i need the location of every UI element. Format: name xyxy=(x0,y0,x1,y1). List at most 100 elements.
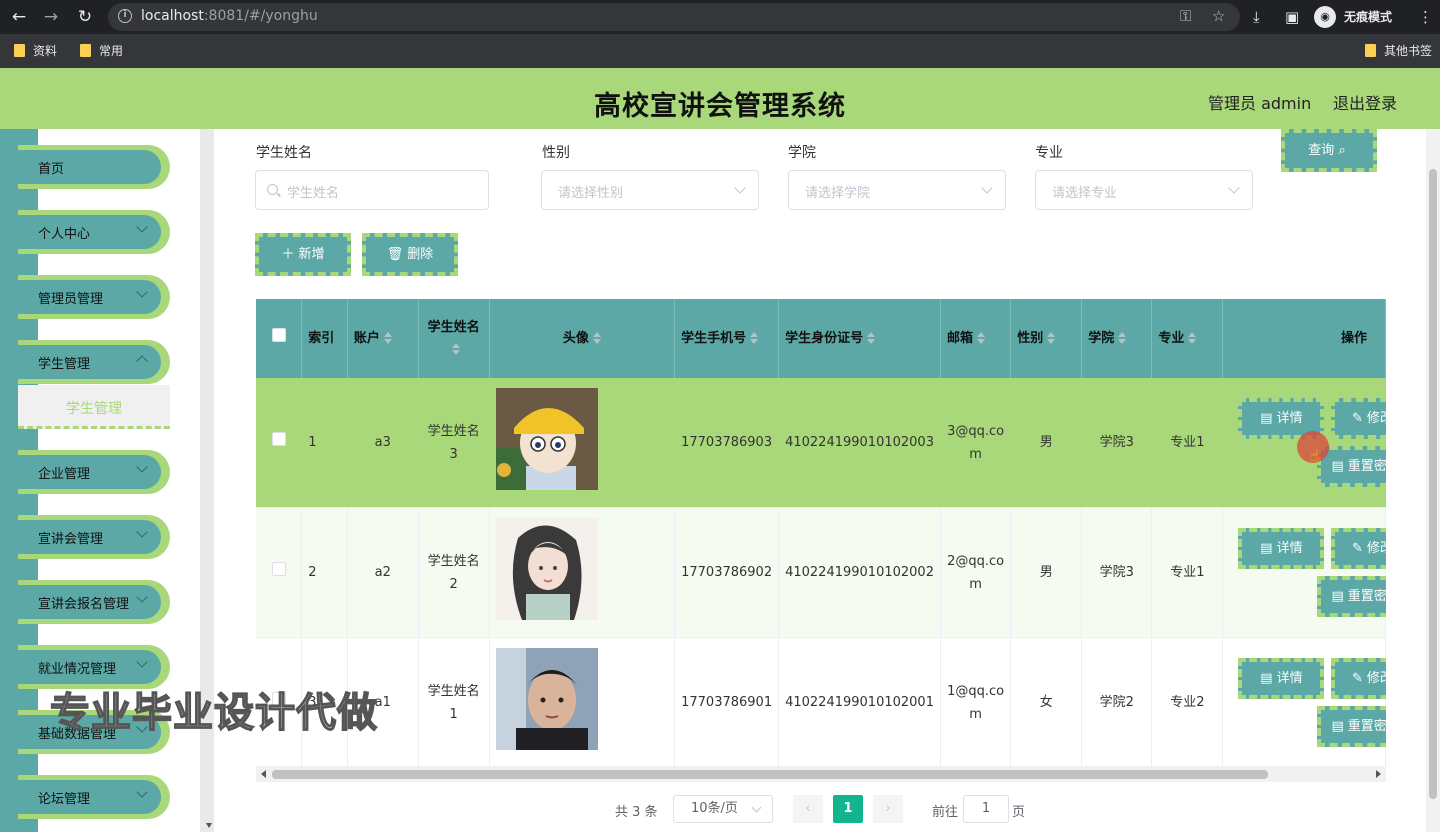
add-button[interactable]: ＋新增 xyxy=(255,233,351,276)
chevron-down-icon xyxy=(751,802,762,813)
watermark: 专业毕业设计代做 xyxy=(49,689,378,737)
other-bookmarks[interactable]: 其他书签 xyxy=(1365,42,1432,60)
hand-cursor-icon: ☝ xyxy=(1310,446,1320,465)
sidebar-item-students[interactable]: 学生管理 xyxy=(18,340,170,384)
document-icon: ▤ xyxy=(1331,459,1344,474)
col-avatar[interactable]: 头像 xyxy=(489,299,676,378)
search-icon: ⌕ xyxy=(1338,143,1346,158)
avatar[interactable] xyxy=(495,517,598,620)
search-name-input[interactable]: 学生姓名 xyxy=(255,170,489,210)
incognito-indicator[interactable]: ◉ 无痕模式 xyxy=(1314,5,1414,29)
sort-icon[interactable] xyxy=(451,342,460,355)
sidebar-item-talks[interactable]: 宣讲会管理 xyxy=(18,515,170,559)
bookmark-folder[interactable]: 资料 xyxy=(14,42,57,60)
query-button[interactable]: 查询 ⌕ xyxy=(1281,129,1377,172)
select-all-checkbox[interactable] xyxy=(271,327,286,342)
sort-icon[interactable] xyxy=(1118,331,1127,344)
edit-button[interactable]: ✎修改 xyxy=(1331,528,1386,569)
row-checkbox[interactable] xyxy=(271,562,286,576)
col-ops: 操作 xyxy=(1222,299,1386,378)
sidebar-item-admins[interactable]: 管理员管理 xyxy=(18,275,170,319)
url-text[interactable]: localhost:8081/#/yonghu xyxy=(141,8,318,24)
col-idcard[interactable]: 学生身份证号 xyxy=(778,299,941,378)
edit-icon: ✎ xyxy=(1351,671,1363,686)
address-bar[interactable]: i localhost:8081/#/yonghu ⚿ ☆ xyxy=(108,3,1240,31)
download-icon[interactable]: ⤓ xyxy=(1253,0,1260,34)
scroll-right-icon[interactable] xyxy=(1376,770,1381,778)
trash-icon: 🗑 xyxy=(386,247,404,262)
delete-button[interactable]: 🗑 删除 xyxy=(362,233,458,276)
col-major[interactable]: 专业 xyxy=(1151,299,1224,378)
scrollbar-thumb[interactable] xyxy=(1429,169,1437,799)
bookmarks-bar: 资料 常用 其他书签 xyxy=(0,34,1440,68)
key-icon[interactable]: ⚿ xyxy=(1180,7,1191,25)
table-row[interactable]: 2 a2 学生姓名2 17703786902 41022419901010200… xyxy=(256,507,1386,638)
folder-icon xyxy=(14,44,25,57)
browser-toolbar: ← → ↻ i localhost:8081/#/yonghu ⚿ ☆ ⤓ ▣ … xyxy=(0,0,1440,34)
col-name[interactable]: 学生姓名 xyxy=(418,299,490,378)
col-college[interactable]: 学院 xyxy=(1081,299,1153,378)
detail-button[interactable]: ▤ 详情 xyxy=(1238,528,1325,569)
table-row[interactable]: 3 a1 学生姓名1 17703786901 41022419901010200… xyxy=(256,637,1386,768)
gender-select[interactable]: 请选择性别 xyxy=(541,170,759,210)
document-icon: ▤ xyxy=(1331,589,1344,604)
sort-icon[interactable] xyxy=(592,331,601,344)
logout-link[interactable]: 退出登录 xyxy=(1333,90,1397,114)
avatar[interactable] xyxy=(495,647,598,750)
sidebar-item-talk-signups[interactable]: 宣讲会报名管理 xyxy=(18,580,170,624)
next-page-button[interactable]: › xyxy=(873,795,903,823)
main-content: 学生姓名 学生姓名 性别 请选择性别 学院 请选择学院 专业 请选择专业 查询 … xyxy=(214,129,1426,832)
page-scrollbar[interactable] xyxy=(1426,129,1440,832)
major-select[interactable]: 请选择专业 xyxy=(1035,170,1253,210)
page-number-current[interactable]: 1 xyxy=(833,795,863,823)
page-size-select[interactable]: 10条/页 xyxy=(673,795,773,823)
back-icon[interactable]: ← xyxy=(4,0,34,34)
edit-icon: ✎ xyxy=(1351,541,1363,556)
sidepanel-icon[interactable]: ▣ xyxy=(1285,0,1299,34)
sort-icon[interactable] xyxy=(977,331,985,344)
edit-button[interactable]: ✎修改 xyxy=(1331,398,1386,439)
col-phone[interactable]: 学生手机号 xyxy=(674,299,780,378)
site-info-icon[interactable]: i xyxy=(118,9,132,23)
col-account[interactable]: 账户 xyxy=(347,299,419,378)
goto-page-input[interactable]: 1 xyxy=(963,795,1009,823)
sort-icon[interactable] xyxy=(1047,331,1056,344)
sidebar-item-companies[interactable]: 企业管理 xyxy=(18,450,170,494)
reset-password-button[interactable]: ▤重置密码 xyxy=(1317,576,1386,617)
table-horizontal-scrollbar[interactable] xyxy=(256,766,1386,782)
sort-icon[interactable] xyxy=(383,331,392,344)
document-icon: ▤ xyxy=(1260,411,1273,426)
reload-icon[interactable]: ↻ xyxy=(70,0,100,34)
search-icon xyxy=(267,184,278,195)
edit-button[interactable]: ✎修改 xyxy=(1331,658,1386,699)
row-checkbox[interactable] xyxy=(271,432,286,446)
detail-button[interactable]: ▤ 详情 xyxy=(1238,658,1325,699)
students-table: 索引 账户 学生姓名 头像 学生手机号 学生身份证号 邮箱 性别 学院 专业 操… xyxy=(256,299,1386,768)
document-icon: ▤ xyxy=(1260,541,1273,556)
scrollbar-thumb[interactable] xyxy=(272,770,1268,779)
goto-label: 前往 xyxy=(932,805,959,820)
college-select[interactable]: 请选择学院 xyxy=(788,170,1006,210)
prev-page-button[interactable]: ‹ xyxy=(793,795,823,823)
scroll-left-icon[interactable] xyxy=(261,770,266,778)
forward-icon[interactable]: → xyxy=(36,0,66,34)
sidebar-subitem-students[interactable]: 学生管理 xyxy=(18,385,170,429)
menu-icon[interactable]: ⋮ xyxy=(1418,0,1433,34)
table-header-row: 索引 账户 学生姓名 头像 学生手机号 学生身份证号 邮箱 性别 学院 专业 操… xyxy=(256,299,1386,378)
folder-icon xyxy=(1365,44,1376,57)
sidebar-item-home[interactable]: 首页 xyxy=(18,145,170,189)
sidebar-item-profile[interactable]: 个人中心 xyxy=(18,210,170,254)
reset-password-button[interactable]: ▤重置密码 xyxy=(1317,706,1386,747)
sidebar-item-forum[interactable]: 论坛管理 xyxy=(18,775,170,819)
col-email[interactable]: 邮箱 xyxy=(940,299,1012,378)
avatar[interactable] xyxy=(495,387,598,490)
col-gender[interactable]: 性别 xyxy=(1010,299,1083,378)
plus-icon: ＋ xyxy=(281,247,295,262)
sort-icon[interactable] xyxy=(1188,331,1197,344)
sort-icon[interactable] xyxy=(867,331,876,344)
table-row[interactable]: 1 a3 学生姓名3 17703786903 41022419901010200… xyxy=(256,378,1386,508)
sort-icon[interactable] xyxy=(750,331,759,344)
star-icon[interactable]: ☆ xyxy=(1212,7,1225,25)
filter-name-label: 学生姓名 xyxy=(256,145,312,161)
bookmark-folder[interactable]: 常用 xyxy=(80,42,123,60)
